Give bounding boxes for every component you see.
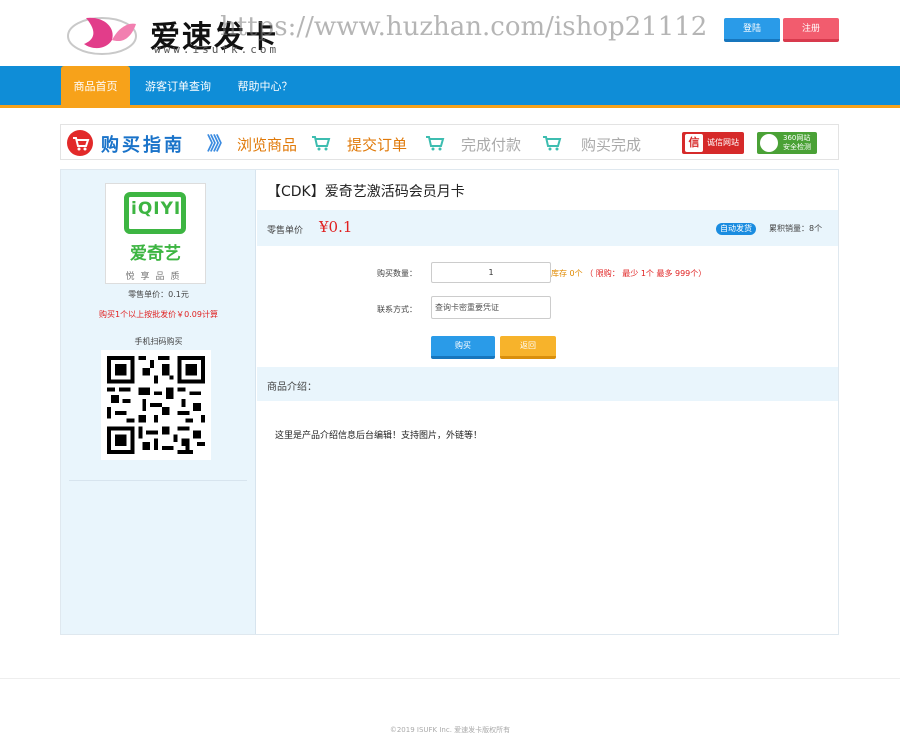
- trust-site-badge[interactable]: 信 诚信网站: [682, 132, 744, 154]
- login-button[interactable]: 登陆: [724, 18, 780, 42]
- step-complete: 购买完成: [581, 136, 642, 154]
- iqiyi-logo-cn: 爱奇艺: [130, 244, 181, 264]
- price-row: 零售单价 ¥0.1 自动发货 累积销量：8个: [257, 210, 838, 246]
- cart-icon: [312, 136, 331, 151]
- intro-label: 商品介绍：: [267, 382, 317, 393]
- back-button[interactable]: 返回: [500, 336, 556, 359]
- magnifier-icon: [760, 134, 778, 152]
- double-arrow-icon: 》》: [207, 134, 231, 155]
- wholesale-note: 购买1个以上按批发价￥0.09计算: [99, 310, 218, 319]
- logo-domain: www.isufk.com: [154, 43, 280, 56]
- mobile-scan-label: 手机扫码购买: [134, 337, 183, 346]
- contact-label: 联系方式：: [377, 305, 417, 314]
- stock-limit-note: 库存 0个 （ 限购： 最少 1个 最多 999个）: [551, 268, 706, 279]
- step-pay: 完成付款: [461, 136, 522, 154]
- sidebar-price: 零售单价：0.1元: [128, 290, 189, 299]
- limit-text: （ 限购： 最少 1个 最多 999个）: [585, 269, 707, 278]
- nav-item-home[interactable]: 商品首页: [61, 66, 130, 105]
- cart-icon: [426, 136, 445, 151]
- iqiyi-logo-icon: iQIYI: [124, 192, 186, 234]
- qty-label: 购买数量：: [377, 269, 417, 278]
- security-check-badge[interactable]: 360网站 安全检测: [757, 132, 817, 154]
- product-sidebar: iQIYI 爱奇艺 悦享品质 零售单价：0.1元 购买1个以上按批发价￥0.09…: [61, 170, 256, 634]
- purchase-guide: 购买指南 》》 浏览商品 提交订单 完成付款 购买完成 信 诚信网站 360网站…: [60, 124, 839, 160]
- security-badge-line2: 安全检测: [783, 143, 811, 151]
- iqiyi-slogan: 悦享品质: [125, 272, 186, 282]
- trust-site-label: 诚信网站: [707, 138, 739, 147]
- nav-item-help[interactable]: 帮助中心？: [232, 66, 298, 105]
- qr-code: [101, 350, 211, 460]
- price-label: 零售单价: [267, 226, 304, 236]
- product-image: iQIYI 爱奇艺 悦享品质: [105, 183, 206, 284]
- price-value: ¥0.1: [319, 218, 353, 236]
- sidebar-divider: [69, 480, 247, 481]
- footer-copyright: ©2019 ISUFK Inc. 爱速发卡版权所有: [389, 726, 511, 734]
- buy-button[interactable]: 购买: [431, 336, 495, 359]
- quantity-input[interactable]: [431, 262, 551, 283]
- product-detail: 【CDK】爱奇艺激活码会员月卡 零售单价 ¥0.1 自动发货 累积销量：8个 购…: [257, 170, 838, 634]
- nav-item-order-query[interactable]: 游客订单查询: [140, 66, 216, 105]
- intro-header: 商品介绍：: [257, 367, 838, 401]
- security-badge-line1: 360网站: [783, 134, 811, 142]
- red-cart-icon: [67, 130, 93, 156]
- cart-icon: [543, 136, 562, 151]
- watermark-text: https://www.huzhan.com/ishop21112: [220, 12, 708, 42]
- title-row: 【CDK】爱奇艺激活码会员月卡: [257, 170, 838, 210]
- iqiyi-logo-text: iQIYI: [131, 199, 182, 219]
- intro-text: 这里是产品介绍信息后台编辑！支持图片，外链等！: [275, 431, 483, 441]
- contact-input[interactable]: [431, 296, 551, 319]
- register-button[interactable]: 注册: [783, 18, 839, 42]
- guide-title: 购买指南: [101, 135, 185, 156]
- main-nav: 商品首页 游客订单查询 帮助中心？: [0, 66, 900, 108]
- butterfly-logo-icon: [67, 17, 137, 55]
- auto-delivery-badge: 自动发货: [716, 223, 756, 235]
- stock-text: 库存 0个: [551, 269, 583, 278]
- step-submit: 提交订单: [347, 136, 408, 154]
- step-browse: 浏览商品: [237, 136, 298, 154]
- sales-count: 累积销量：8个: [769, 224, 823, 233]
- xin-icon: 信: [685, 134, 703, 152]
- site-header: 爱速发卡 www.isufk.com https://www.huzhan.co…: [0, 0, 900, 66]
- footer-divider: [0, 678, 900, 679]
- product-panel: iQIYI 爱奇艺 悦享品质 零售单价：0.1元 购买1个以上按批发价￥0.09…: [60, 169, 839, 635]
- qr-code-icon: [107, 356, 205, 454]
- product-title: 【CDK】爱奇艺激活码会员月卡: [267, 184, 465, 200]
